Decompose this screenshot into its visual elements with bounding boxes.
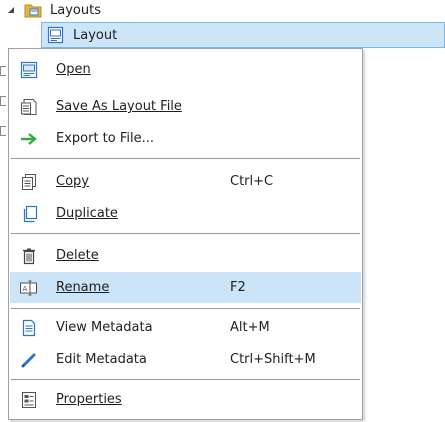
context-menu: Open Save As Layout File Export to File.…	[8, 48, 363, 420]
layouts-folder-icon	[24, 2, 42, 18]
metadata-icon	[19, 318, 39, 338]
menu-item-properties[interactable]: Properties	[10, 384, 361, 415]
menu-item-label: Export to File...	[56, 131, 155, 146]
menu-item-edit-metadata[interactable]: Edit Metadata Ctrl+Shift+M	[10, 344, 361, 375]
menu-item-label: Edit Metadata	[56, 352, 147, 367]
trash-icon	[19, 246, 39, 266]
context-menu-screen: Layouts Layout Open Save As Layout File …	[0, 0, 445, 422]
layout-icon	[47, 26, 65, 44]
tree-expander-fragment	[0, 66, 6, 76]
menu-separator	[11, 379, 360, 380]
save-layout-file-icon	[19, 97, 39, 117]
menu-item-duplicate[interactable]: Duplicate	[10, 198, 361, 229]
menu-item-label: Properties	[56, 392, 122, 407]
menu-item-label: Duplicate	[56, 206, 118, 221]
tree-item-label: Layouts	[50, 2, 101, 18]
tree-item-label: Layout	[73, 27, 118, 43]
menu-item-shortcut: Ctrl+C	[230, 174, 274, 189]
collapse-triangle-icon[interactable]	[2, 0, 20, 20]
menu-item-label: Open	[56, 62, 91, 77]
tree-item-layout[interactable]: Layout	[41, 22, 445, 48]
menu-item-export-to-file[interactable]: Export to File...	[10, 123, 361, 154]
copy-icon	[19, 172, 39, 192]
menu-item-delete[interactable]: Delete	[10, 240, 361, 271]
rename-icon: A	[19, 278, 39, 298]
menu-item-shortcut: Ctrl+Shift+M	[230, 352, 316, 367]
menu-separator	[11, 308, 360, 309]
menu-item-label: Delete	[56, 248, 99, 263]
svg-text:A: A	[23, 285, 28, 293]
menu-item-copy[interactable]: Copy Ctrl+C	[10, 166, 361, 197]
menu-item-shortcut: F2	[230, 280, 246, 295]
export-arrow-icon	[19, 129, 39, 149]
tree-expander-fragment	[0, 126, 6, 136]
pencil-icon	[19, 350, 39, 370]
tree-expander-fragment	[0, 96, 6, 106]
menu-item-label: Rename	[56, 280, 110, 295]
menu-item-save-as-layout-file[interactable]: Save As Layout File	[10, 91, 361, 122]
menu-separator	[11, 233, 360, 234]
menu-item-rename[interactable]: A Rename F2	[10, 272, 361, 303]
menu-item-shortcut: Alt+M	[230, 320, 270, 335]
menu-item-label: Save As Layout File	[56, 99, 182, 114]
menu-item-open[interactable]: Open	[10, 54, 361, 85]
open-layout-icon	[19, 60, 39, 80]
menu-item-label: Copy	[56, 174, 89, 189]
duplicate-icon	[19, 204, 39, 224]
menu-item-label: View Metadata	[56, 320, 153, 335]
menu-separator	[11, 158, 360, 159]
tree-item-layouts[interactable]: Layouts	[0, 0, 101, 20]
properties-icon	[19, 390, 39, 410]
menu-item-view-metadata[interactable]: View Metadata Alt+M	[10, 312, 361, 343]
